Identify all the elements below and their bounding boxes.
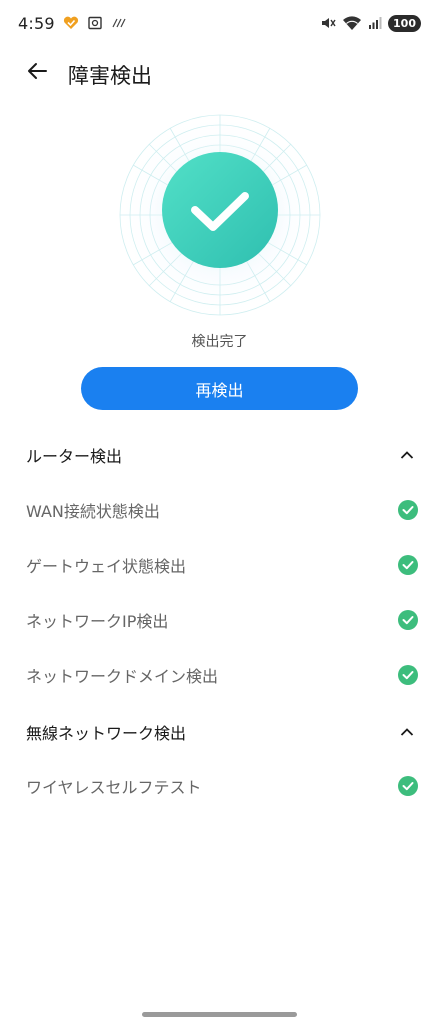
fault-detection-screen: 4:59 100 障害検出 検出完了 再検出 ルーター検出 WAN接続状態検出 … [0, 0, 439, 1024]
check-circle-icon [397, 609, 419, 631]
item-label: ゲートウェイ状態検出 [26, 557, 187, 576]
check-item-network-ip: ネットワークIP検出 [0, 600, 439, 640]
chevron-up-icon [399, 724, 415, 740]
status-bar-right: 100 [320, 14, 421, 32]
check-item-gateway: ゲートウェイ状態検出 [0, 545, 439, 585]
item-label: WAN接続状態検出 [26, 502, 160, 521]
wifi-icon [342, 15, 362, 31]
section-header-wireless[interactable]: 無線ネットワーク検出 [0, 712, 439, 752]
app-header: 障害検出 [0, 52, 439, 94]
status-time: 4:59 [18, 13, 55, 33]
check-item-wan: WAN接続状態検出 [0, 490, 439, 530]
check-item-network-domain: ネットワークドメイン検出 [0, 655, 439, 695]
status-bar: 4:59 100 [0, 0, 439, 46]
check-circle-icon [397, 499, 419, 521]
chevron-up-icon [399, 447, 415, 463]
page-title: 障害検出 [68, 64, 152, 88]
hatch-icon [111, 17, 127, 29]
section-title: ルーター検出 [26, 447, 123, 466]
check-circle-icon [397, 775, 419, 797]
radar-grid-graphic [116, 111, 324, 319]
signal-icon [368, 16, 382, 30]
home-indicator[interactable] [142, 1012, 297, 1017]
battery-indicator: 100 [388, 14, 421, 32]
item-label: ネットワークドメイン検出 [26, 667, 219, 686]
mute-icon [320, 15, 336, 31]
back-arrow-icon [26, 62, 48, 84]
item-label: ネットワークIP検出 [26, 612, 169, 631]
check-circle-icon [397, 664, 419, 686]
item-label: ワイヤレスセルフテスト [26, 778, 202, 797]
result-graphic [110, 110, 330, 320]
screenshot-icon [87, 16, 103, 30]
back-button[interactable] [22, 58, 52, 88]
check-circle-icon [397, 554, 419, 576]
detection-status-text: 検出完了 [191, 334, 248, 350]
recheck-button[interactable]: 再検出 [81, 367, 358, 410]
status-bar-left: 4:59 [18, 14, 127, 33]
section-header-router[interactable]: ルーター検出 [0, 435, 439, 475]
section-title: 無線ネットワーク検出 [26, 724, 187, 743]
check-item-wireless-selftest: ワイヤレスセルフテスト [0, 766, 439, 806]
heart-badge-icon [63, 16, 79, 30]
